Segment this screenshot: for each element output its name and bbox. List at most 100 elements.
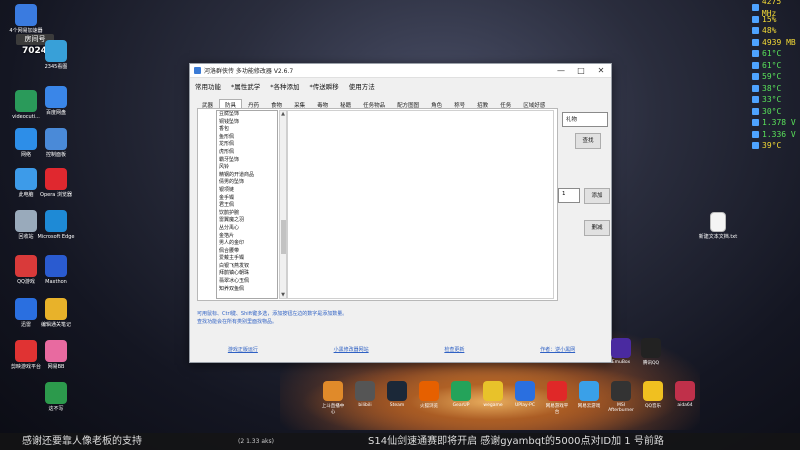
hw-value: 33°C — [762, 95, 782, 104]
sensor-icon — [752, 119, 759, 127]
dock-item[interactable]: aida64 — [672, 381, 698, 415]
desktop-icon-label: 编辑通关笔记 — [40, 322, 71, 328]
footer-link[interactable]: 小黑修改器网站 — [334, 346, 369, 353]
dock-item[interactable]: 腾讯QQ — [638, 338, 664, 366]
clear-button[interactable]: 删减 — [584, 220, 610, 236]
scroll-up-arrow[interactable]: ▲ — [280, 111, 286, 117]
list-item[interactable]: 知养双鱼佩 — [217, 286, 277, 294]
item-listbox[interactable]: 豆腐坠饰 铜钱坠饰 香包 鱼形佩 龙形佩 虎形佩 霸牙坠饰 风铃 精钢的开道商品 倩男的坠饰 银项链… — [216, 110, 278, 299]
trainer-window: 河洛群侠传 多功能修改器 V2.6.7 — □ ✕ 常用功能 *属性武学 *各种添加… — [189, 63, 612, 363]
list-item[interactable]: 金手镯 — [217, 195, 277, 203]
menu-item[interactable]: 使用方法 — [349, 81, 375, 91]
footer-link[interactable]: 游戏正版运行 — [228, 346, 258, 353]
list-item[interactable]: 金箔片 — [217, 233, 277, 241]
sensor-icon — [752, 27, 759, 35]
list-item[interactable]: 龙形佩 — [217, 141, 277, 149]
desktop-icon[interactable]: 编辑通关笔记 — [34, 298, 78, 328]
dock-item[interactable]: QQ音乐 — [640, 381, 666, 415]
title-bar[interactable]: 河洛群侠传 多功能修改器 V2.6.7 — □ ✕ — [190, 64, 611, 78]
scroll-thumb[interactable] — [281, 219, 286, 254]
menu-item[interactable]: *属性武学 — [231, 81, 260, 91]
desktop-icon[interactable]: 2345看图 — [34, 40, 78, 70]
dock-item[interactable]: UPlay-PC — [512, 381, 538, 415]
dock-item[interactable]: 火狐浏览 — [416, 381, 442, 415]
list-item[interactable]: 君王佩 — [217, 202, 277, 210]
list-item[interactable]: 香包 — [217, 126, 277, 134]
dock-item-label: bilibili — [358, 403, 372, 408]
hw-value: 61°C — [762, 60, 782, 70]
uplay-icon — [515, 381, 535, 401]
desktop-icon[interactable]: 4个网易加速器 — [4, 4, 48, 34]
desktop-icon[interactable]: Microsoft Edge — [34, 210, 78, 240]
desktop-icon[interactable]: 百度网盘 — [34, 86, 78, 116]
list-item[interactable]: 倩男的坠饰 — [217, 179, 277, 187]
scroll-down-arrow[interactable]: ▼ — [280, 292, 286, 298]
close-button[interactable]: ✕ — [591, 64, 611, 78]
hw-monitor-row: 61°C — [752, 48, 800, 60]
menu-item[interactable]: *各种添加 — [270, 81, 299, 91]
dock-item[interactable]: bilibili — [352, 381, 378, 415]
footer-link[interactable]: 作者：逆小黑网 — [540, 346, 575, 353]
hw-monitor-row: 1.378 V — [752, 117, 800, 129]
stream-ticker: 感谢还要靠人像老板的支持 (2 1.33 aks) S14仙剑速通赛即将开启 感… — [0, 433, 800, 450]
desktop-icon[interactable]: 控制面板 — [34, 128, 78, 158]
dock-item[interactable]: 网易云游戏 — [576, 381, 602, 415]
desktop-file-text[interactable]: 新建文本文档.txt — [696, 212, 740, 240]
minimize-button[interactable]: — — [551, 64, 571, 78]
desktop-icon[interactable]: Opera 浏览器 — [34, 168, 78, 198]
dock-item[interactable]: GearUP — [448, 381, 474, 415]
dock-item[interactable]: Steam — [384, 381, 410, 415]
ticker-right: S14仙剑速通赛即将开启 感谢gyambqt的5000点对ID加 1 号前路 — [368, 436, 664, 447]
hw-value: 1.336 V — [762, 129, 796, 139]
hint-text-1: 可用鼠标、Ctrl键、Shift键多选，添加按钮左边的数字是添加数量。 — [197, 311, 348, 317]
list-item[interactable]: 拜鹊镇心朝珠 — [217, 270, 277, 278]
quantity-input[interactable]: 1 — [558, 188, 580, 203]
desktop-icon[interactable]: 这不写 — [34, 382, 78, 412]
dock-item[interactable]: 网易游戏平台 — [544, 381, 570, 415]
selected-items-box[interactable] — [287, 110, 554, 299]
list-item[interactable]: 翡翠冰心玉佩 — [217, 278, 277, 286]
sensor-icon — [752, 107, 759, 115]
dock-item[interactable]: MSI Afterburner — [608, 381, 634, 415]
list-item[interactable]: 风铃 — [217, 164, 277, 172]
menu-item[interactable]: 常用功能 — [195, 81, 221, 91]
list-item[interactable]: 雷翼魔之羽 — [217, 217, 277, 225]
dock-item-label: 网易游戏平台 — [545, 404, 569, 415]
desktop-icon-label: 2345看图 — [44, 64, 68, 70]
listbox-scrollbar[interactable]: ▲ ▼ — [279, 110, 287, 299]
list-item[interactable]: 银项链 — [217, 187, 277, 195]
hw-monitor-row: 4939 MB — [752, 37, 800, 49]
footer-links: 游戏正版运行 小黑修改器网站 检查更新 作者：逆小黑网 — [190, 346, 613, 353]
hw-monitor-row: 59°C — [752, 71, 800, 83]
hw-monitor-row: 39°C — [752, 140, 800, 152]
desktop-icon[interactable]: 网易BB — [34, 340, 78, 370]
list-item[interactable]: 爱戴主手镯 — [217, 255, 277, 263]
wegame-icon — [483, 381, 503, 401]
desktop-icon[interactable]: Maxthon — [34, 255, 78, 285]
aida64-icon — [675, 381, 695, 401]
search-input[interactable]: 礼物 — [562, 112, 608, 127]
list-item[interactable]: 丛分禹心 — [217, 225, 277, 233]
menu-item[interactable]: *传送瞬移 — [310, 81, 339, 91]
desktop-icon-label: 4个网易加速器 — [9, 28, 43, 34]
hw-monitor-row: 33°C — [752, 94, 800, 106]
footer-link[interactable]: 检查更新 — [444, 346, 464, 353]
list-item[interactable]: 豆腐坠饰 — [217, 111, 277, 119]
dock-item-label: 网易云游戏 — [577, 404, 601, 409]
list-item[interactable]: 男人的金印 — [217, 240, 277, 248]
dock-item-label: 腾讯QQ — [642, 361, 660, 366]
add-button[interactable]: 添加 — [584, 188, 610, 204]
dock-item[interactable]: 上斗直播中心 — [320, 381, 346, 415]
find-button[interactable]: 查找 — [575, 133, 601, 149]
viewer-icon — [45, 40, 67, 62]
sensor-icon — [752, 130, 759, 138]
maximize-button[interactable]: □ — [571, 64, 591, 78]
app-icon — [194, 67, 201, 74]
dock-item-label: Steam — [389, 403, 405, 408]
dock-item[interactable]: wegame — [480, 381, 506, 415]
list-item[interactable]: 虎形佩 — [217, 149, 277, 157]
ticker-small: (2 1.33 aks) — [238, 438, 274, 445]
hw-value: 61°C — [762, 49, 782, 58]
ticker-left: 感谢还要靠人像老板的支持 — [22, 436, 142, 447]
dock-item[interactable]: EmuBox — [608, 338, 634, 365]
